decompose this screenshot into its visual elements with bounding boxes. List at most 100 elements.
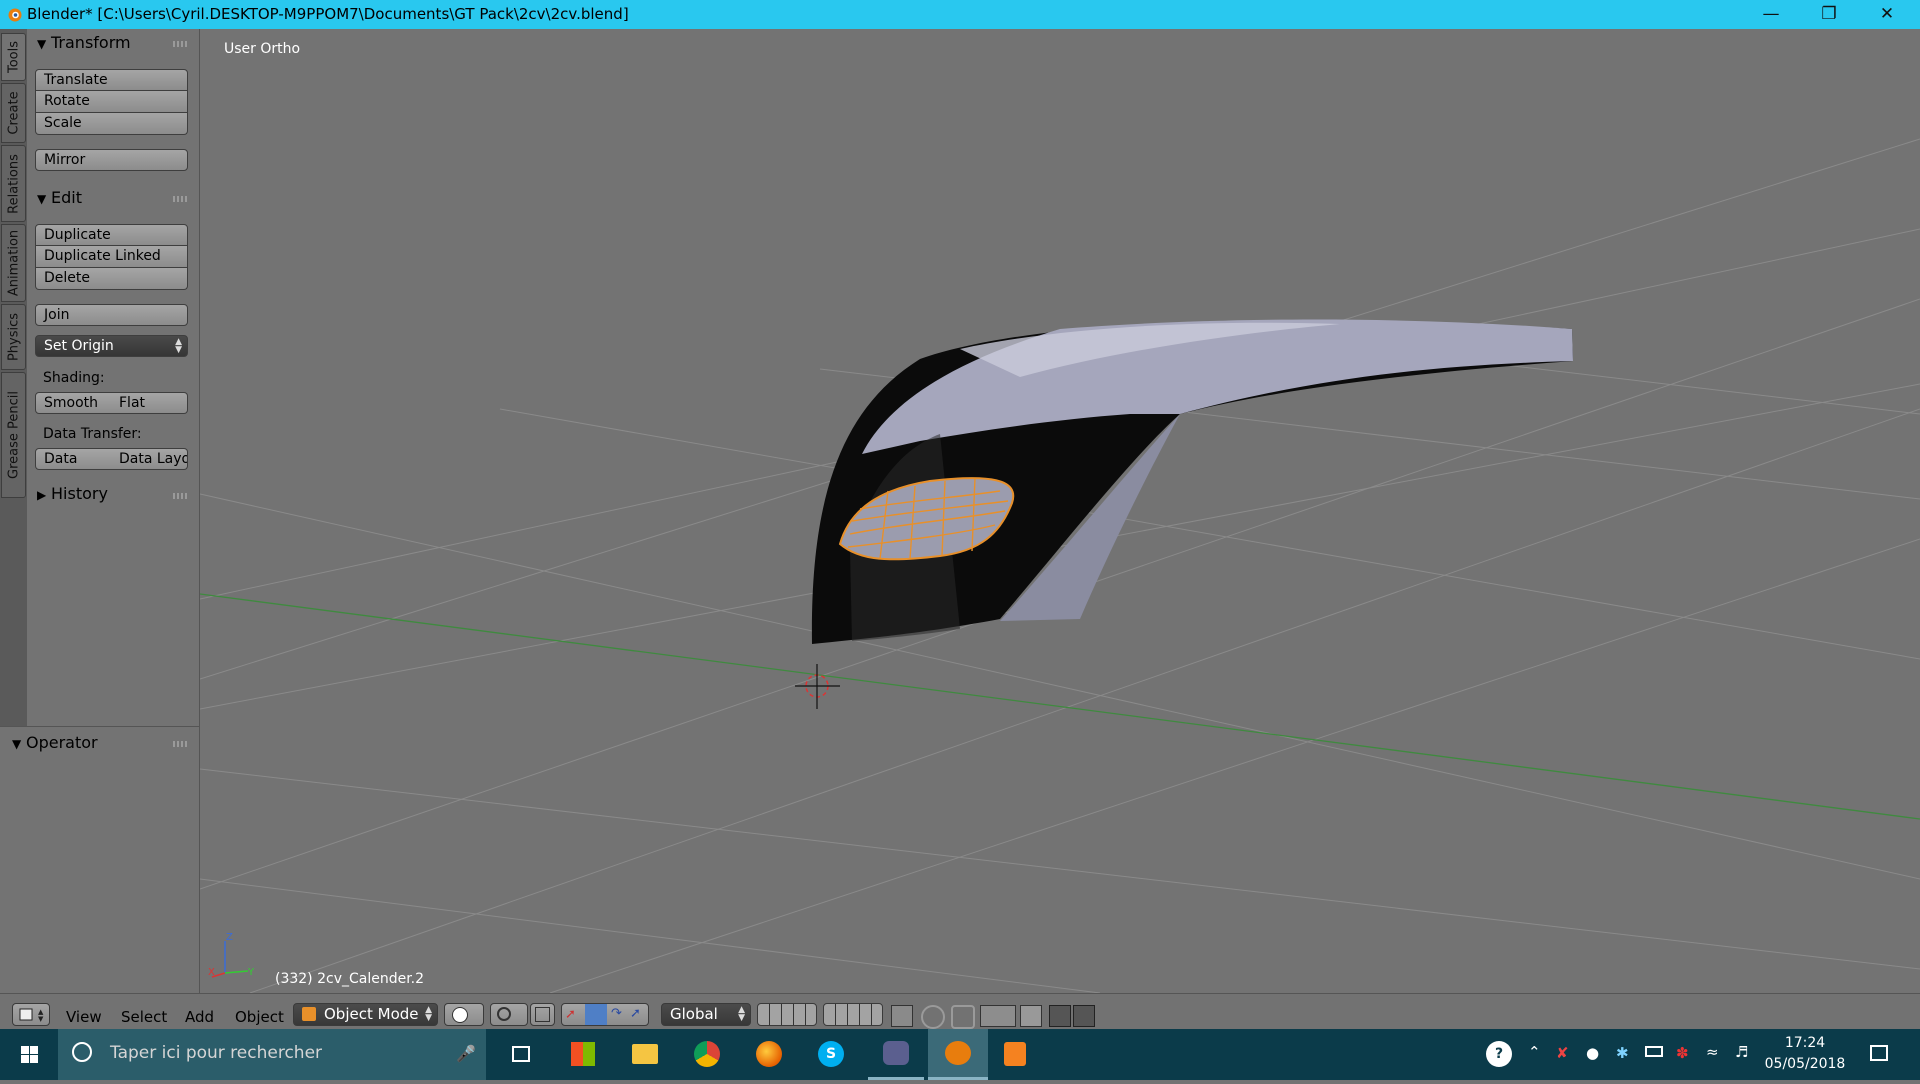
skype-button[interactable]: S	[806, 1029, 856, 1080]
translate-button[interactable]: Translate	[35, 69, 188, 91]
viewport-header: ▲ ▼ View Select Add Object Object Mode ▲ ▼…	[0, 993, 1920, 1030]
drag-grip-icon[interactable]	[173, 493, 189, 499]
windows-logo-icon	[21, 1046, 38, 1063]
game-app-button[interactable]	[868, 1029, 924, 1080]
drag-grip-icon[interactable]	[173, 741, 189, 747]
panel-header-transform[interactable]: ▼ Transform	[37, 33, 131, 52]
flat-button[interactable]: Flat	[111, 392, 188, 414]
menu-object[interactable]: Object	[235, 1008, 284, 1026]
scene-layers-2[interactable]	[823, 1003, 883, 1026]
editor-type-button[interactable]: ▲ ▼	[12, 1003, 50, 1026]
clock[interactable]: 17:24 05/05/2018	[1760, 1033, 1850, 1075]
tab-animation[interactable]: Animation	[1, 224, 26, 302]
microphone-icon[interactable]: 🎤	[456, 1044, 476, 1063]
play-icon	[1004, 1042, 1026, 1066]
duplicate-button[interactable]: Duplicate	[35, 224, 188, 246]
shading-label: Shading:	[43, 370, 105, 386]
rotate-button[interactable]: Rotate	[35, 91, 188, 113]
tab-relations[interactable]: Relations	[1, 145, 26, 222]
tab-create[interactable]: Create	[1, 83, 26, 143]
data-button[interactable]: Data	[35, 448, 112, 470]
pivot-icon	[497, 1007, 511, 1021]
menu-add[interactable]: Add	[185, 1008, 214, 1026]
windows-taskbar: Taper ici pour rechercher 🎤 S ? ⌃ ✘ ● ✱ …	[0, 1029, 1920, 1080]
viewport-shading-dropdown[interactable]	[444, 1003, 484, 1026]
scale-manipulator-icon[interactable]: ↷	[611, 1006, 622, 1021]
join-button[interactable]: Join	[35, 304, 188, 326]
mirror-button[interactable]: Mirror	[35, 149, 188, 171]
menu-select[interactable]: Select	[121, 1008, 167, 1026]
3d-cursor-icon[interactable]	[795, 664, 840, 709]
smooth-button[interactable]: Smooth	[35, 392, 112, 414]
panel-header-history[interactable]: ▶ History	[37, 484, 108, 503]
manipulator-extra-icon[interactable]: ➚	[630, 1006, 641, 1021]
help-button[interactable]: ?	[1483, 1029, 1515, 1080]
pivot-point-dropdown[interactable]	[490, 1003, 528, 1026]
lock-layers-icon[interactable]	[891, 1005, 913, 1027]
panel-header-edit[interactable]: ▼ Edit	[37, 188, 82, 207]
proportional-editing-icon[interactable]	[921, 1005, 945, 1029]
blender-logo-icon	[8, 8, 22, 22]
tool-shelf-tabs: Tools Create Relations Animation Physics…	[0, 29, 28, 726]
3d-viewport[interactable]: Z X Y User Ortho (332) 2cv_Calender.2	[200, 29, 1920, 993]
operator-panel: ▼ Operator	[0, 726, 200, 994]
axis-gizmo-icon	[211, 941, 249, 978]
translate-manipulator-icon[interactable]: ➚	[565, 1007, 576, 1022]
minimize-icon: —	[1762, 4, 1780, 24]
tab-tools[interactable]: Tools	[1, 33, 26, 81]
volume-icon[interactable]: ♬	[1735, 1043, 1748, 1061]
store-button[interactable]	[558, 1029, 608, 1080]
fender-mesh[interactable]	[811, 319, 1573, 644]
scale-button[interactable]: Scale	[35, 113, 188, 135]
restore-button[interactable]: ❐	[1800, 0, 1858, 29]
drag-grip-icon[interactable]	[173, 41, 189, 47]
tray-app-icon[interactable]: ✽	[1676, 1044, 1689, 1062]
battery-icon[interactable]	[1645, 1046, 1663, 1057]
task-view-button[interactable]	[496, 1029, 546, 1080]
chrome-button[interactable]	[682, 1029, 732, 1080]
file-explorer-button[interactable]	[620, 1029, 670, 1080]
rotate-manipulator-icon[interactable]	[585, 1004, 607, 1025]
cortana-icon	[72, 1042, 92, 1062]
expanded-triangle-icon: ▼	[37, 37, 47, 51]
transform-manipulators[interactable]: ➚ ↷ ➚	[561, 1003, 649, 1026]
manipulator-toggle[interactable]	[530, 1003, 555, 1026]
render-camera-icon[interactable]	[1049, 1005, 1071, 1027]
restore-icon: ❐	[1821, 4, 1837, 24]
orientation-dropdown[interactable]: Global ▲ ▼	[661, 1003, 751, 1026]
delete-button[interactable]: Delete	[35, 268, 188, 290]
close-icon: ✕	[1879, 4, 1895, 24]
snap-toggle-icon[interactable]	[951, 1005, 975, 1029]
wifi-icon[interactable]: ≈	[1706, 1043, 1719, 1061]
manipulator-icon	[535, 1007, 550, 1022]
tab-grease-pencil[interactable]: Grease Pencil	[1, 372, 26, 498]
menu-view[interactable]: View	[66, 1008, 102, 1026]
close-button[interactable]: ✕	[1858, 0, 1916, 29]
start-button[interactable]	[0, 1029, 58, 1080]
data-layout-button[interactable]: Data Layo	[111, 448, 188, 470]
firefox-button[interactable]	[744, 1029, 794, 1080]
scene-layers[interactable]	[757, 1003, 817, 1026]
set-origin-dropdown[interactable]: Set Origin ▲ ▼	[35, 335, 188, 357]
duplicate-linked-button[interactable]: Duplicate Linked	[35, 246, 188, 268]
minimize-button[interactable]: —	[1742, 0, 1800, 29]
drag-grip-icon[interactable]	[173, 196, 189, 202]
render-animation-icon[interactable]	[1073, 1005, 1095, 1027]
taskbar-search[interactable]: Taper ici pour rechercher 🎤	[58, 1029, 486, 1080]
discord-icon[interactable]: ●	[1586, 1044, 1599, 1062]
help-icon: ?	[1486, 1041, 1512, 1067]
snap-target-icon[interactable]	[1020, 1005, 1042, 1027]
blender-taskbar-button[interactable]	[928, 1029, 988, 1080]
mode-dropdown[interactable]: Object Mode ▲ ▼	[293, 1003, 438, 1026]
skype-icon: S	[818, 1041, 844, 1067]
notification-center-icon[interactable]	[1870, 1045, 1888, 1061]
chrome-icon	[694, 1041, 720, 1067]
blender-icon	[945, 1041, 971, 1065]
tab-physics[interactable]: Physics	[1, 304, 26, 370]
snap-element-dropdown[interactable]	[980, 1005, 1016, 1027]
antivirus-icon[interactable]: ✘	[1556, 1044, 1569, 1062]
chevron-up-icon[interactable]: ⌃	[1528, 1043, 1541, 1061]
media-player-button[interactable]	[992, 1029, 1042, 1080]
bluetooth-icon[interactable]: ✱	[1616, 1044, 1629, 1062]
panel-header-operator[interactable]: ▼ Operator	[12, 733, 98, 752]
